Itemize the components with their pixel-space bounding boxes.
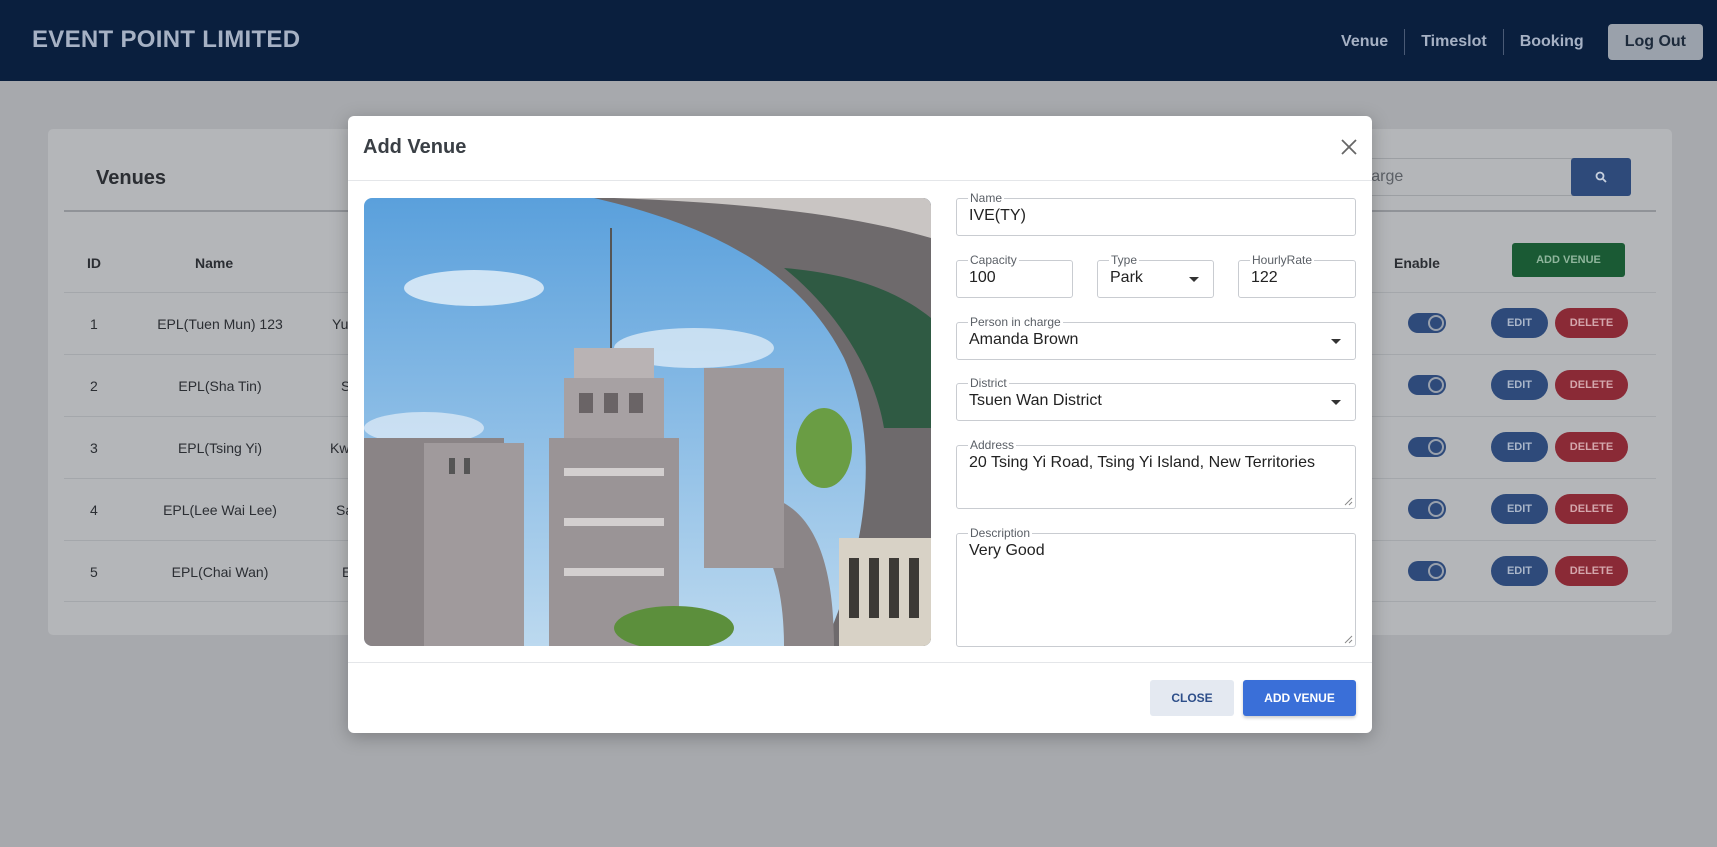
brand-title: EVENT POINT LIMITED	[32, 26, 301, 53]
enable-toggle[interactable]	[1408, 375, 1446, 395]
row-id: 1	[90, 316, 98, 332]
chevron-down-icon	[1189, 277, 1199, 282]
name-label: Name	[968, 191, 1005, 205]
edit-button[interactable]: EDIT	[1491, 308, 1548, 338]
person-in-charge-value: Amanda Brown	[969, 331, 1079, 348]
capacity-value: 100	[969, 269, 996, 286]
close-button[interactable]: CLOSE	[1150, 680, 1234, 716]
row-id: 5	[90, 564, 98, 580]
add-venue-modal: Add Venue Name IVE(TY) Capacity 100 Type…	[348, 116, 1372, 733]
nav-link-booking[interactable]: Booking	[1504, 29, 1600, 55]
row-name: EPL(Tsing Yi)	[177, 440, 263, 456]
add-venue-button-page[interactable]: ADD VENUE	[1512, 243, 1625, 277]
column-header-enable: Enable	[1394, 255, 1440, 271]
row-id: 3	[90, 440, 98, 456]
delete-button[interactable]: DELETE	[1555, 494, 1628, 524]
resize-grip-icon[interactable]	[1344, 635, 1353, 644]
resize-grip-icon[interactable]	[1344, 497, 1353, 506]
row-name: EPL(Chai Wan)	[171, 564, 269, 580]
name-field[interactable]: Name IVE(TY)	[956, 191, 1356, 236]
district-select[interactable]: District Tsuen Wan District	[956, 376, 1356, 421]
modal-title: Add Venue	[363, 136, 467, 158]
page-title: Venues	[96, 167, 167, 189]
search-icon	[1595, 171, 1607, 183]
type-value: Park	[1110, 269, 1143, 286]
address-textarea[interactable]: Address 20 Tsing Yi Road, Tsing Yi Islan…	[956, 438, 1356, 509]
hourly-rate-field[interactable]: HourlyRate 122	[1238, 253, 1356, 298]
delete-button[interactable]: DELETE	[1555, 370, 1628, 400]
nav-links: Venue Timeslot Booking Log Out	[1325, 24, 1703, 60]
person-in-charge-label: Person in charge	[968, 315, 1063, 329]
capacity-field[interactable]: Capacity 100	[956, 253, 1073, 298]
enable-toggle[interactable]	[1408, 499, 1446, 519]
edit-button[interactable]: EDIT	[1491, 556, 1548, 586]
description-value: Very Good	[969, 542, 1045, 559]
delete-button[interactable]: DELETE	[1555, 556, 1628, 586]
modal-header: Add Venue	[348, 116, 1372, 181]
person-in-charge-select[interactable]: Person in charge Amanda Brown	[956, 315, 1356, 360]
row-name: EPL(Tuen Mun) 123	[157, 316, 283, 332]
hourly-rate-label: HourlyRate	[1250, 253, 1315, 267]
type-label: Type	[1109, 253, 1140, 267]
capacity-label: Capacity	[968, 253, 1019, 267]
description-textarea[interactable]: Description Very Good	[956, 526, 1356, 647]
nav-link-venue[interactable]: Venue	[1325, 29, 1406, 55]
column-header-name: Name	[195, 255, 234, 271]
nav-link-timeslot[interactable]: Timeslot	[1405, 29, 1504, 55]
row-id: 4	[90, 502, 98, 518]
enable-toggle[interactable]	[1408, 437, 1446, 457]
search-button[interactable]	[1571, 158, 1631, 196]
enable-toggle[interactable]	[1408, 313, 1446, 333]
hourly-rate-value: 122	[1251, 269, 1278, 286]
address-value: 20 Tsing Yi Road, Tsing Yi Island, New T…	[969, 454, 1315, 471]
row-partial-cell: Kw	[330, 440, 350, 456]
edit-button[interactable]: EDIT	[1491, 432, 1548, 462]
district-value: Tsuen Wan District	[969, 392, 1102, 409]
district-label: District	[968, 376, 1009, 390]
row-partial-cell: Yu	[332, 316, 349, 332]
top-navbar: EVENT POINT LIMITED Venue Timeslot Booki…	[0, 0, 1717, 81]
type-select[interactable]: Type Park	[1097, 253, 1214, 298]
name-value: IVE(TY)	[969, 207, 1026, 224]
chevron-down-icon	[1331, 339, 1341, 344]
edit-button[interactable]: EDIT	[1491, 494, 1548, 524]
edit-button[interactable]: EDIT	[1491, 370, 1548, 400]
chevron-down-icon	[1331, 400, 1341, 405]
add-venue-button[interactable]: ADD VENUE	[1243, 680, 1356, 716]
description-label: Description	[968, 526, 1033, 540]
delete-button[interactable]: DELETE	[1555, 308, 1628, 338]
venue-photo	[364, 198, 931, 646]
column-header-id: ID	[87, 255, 101, 271]
close-icon[interactable]	[1334, 132, 1364, 162]
logout-button[interactable]: Log Out	[1607, 24, 1703, 60]
enable-toggle[interactable]	[1408, 561, 1446, 581]
delete-button[interactable]: DELETE	[1555, 432, 1628, 462]
row-name: EPL(Sha Tin)	[178, 378, 262, 394]
row-name: EPL(Lee Wai Lee)	[163, 502, 277, 518]
address-label: Address	[968, 438, 1017, 452]
row-id: 2	[90, 378, 98, 394]
